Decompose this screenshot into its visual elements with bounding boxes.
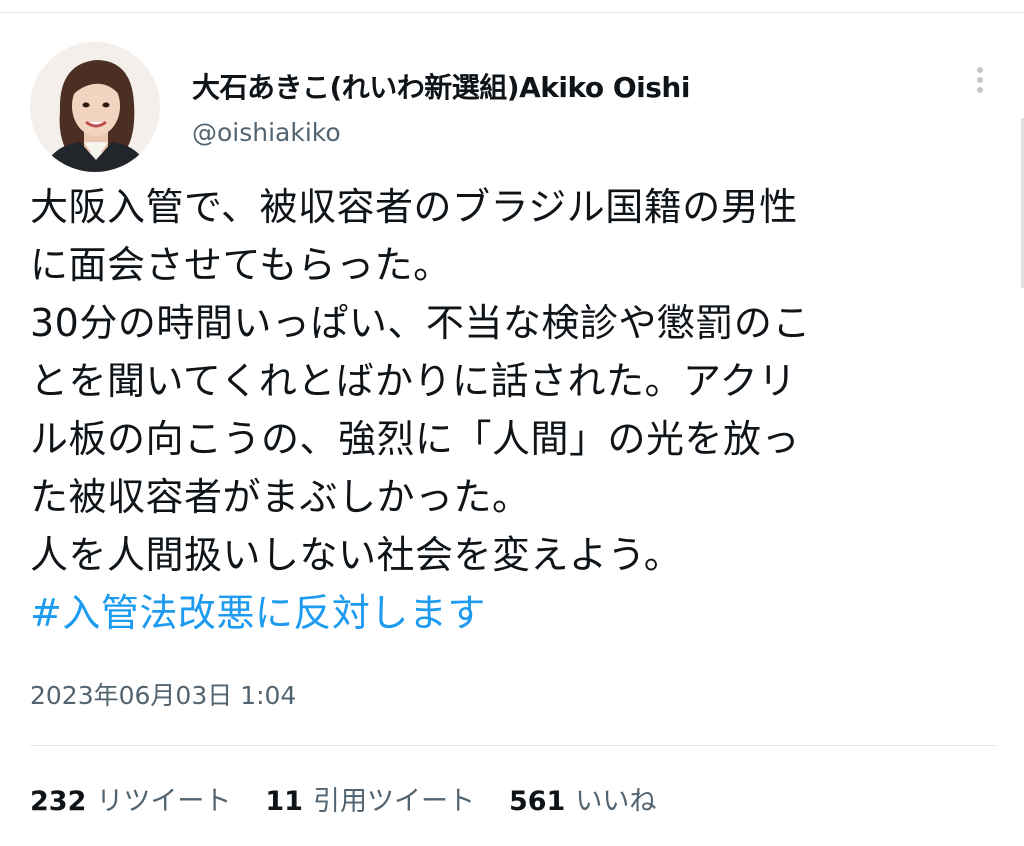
more-vertical-icon-dot-3 [977, 87, 983, 93]
quote-tweets-count: 11 [265, 785, 303, 817]
tweet-text-line: た被収容者がまぶしかった。 [30, 475, 531, 519]
tweet-text-line: 30分の時間いっぱい、不当な検診や懲罰のこ [30, 301, 811, 345]
avatar[interactable] [30, 42, 160, 172]
tweet-text-line: 人を人間扱いしない社会を変えよう。 [30, 533, 683, 577]
tweet-text-line: ル板の向こうの、強烈に「人間」の光を放っ [30, 417, 801, 461]
likes-stat[interactable]: 561 いいね [509, 779, 656, 818]
more-vertical-icon [977, 67, 983, 73]
avatar-photo [30, 42, 160, 172]
author-display-name[interactable]: 大石あきこ(れいわ新選組)Akiko Oishi [192, 66, 690, 106]
retweets-count: 232 [30, 785, 87, 817]
quote-tweets-label: 引用ツイート [312, 785, 475, 817]
tweet-text-line: に面会させてもらった。 [30, 243, 452, 287]
retweets-label: リツイート [96, 785, 232, 817]
retweets-stat[interactable]: 232 リツイート [30, 779, 231, 818]
tweet-detail: 大石あきこ(れいわ新選組)Akiko Oishi @oishiakiko 大阪入… [0, 0, 1024, 846]
tweet-text-line: 大阪入管で、被収容者のブラジル国籍の男性 [30, 185, 798, 229]
top-divider [0, 12, 1024, 13]
tweet-text-line: とを聞いてくれとばかりに話された。アクリ [30, 359, 797, 403]
more-vertical-icon-dot-2 [977, 77, 983, 83]
tweet-timestamp[interactable]: 2023年06月03日 1:04 [30, 676, 296, 712]
tweet-text: 大阪入管で、被収容者のブラジル国籍の男性 に面会させてもらった。 30分の時間い… [30, 178, 1000, 642]
quote-tweets-stat[interactable]: 11 引用ツイート [265, 779, 475, 818]
author-handle[interactable]: @oishiakiko [192, 118, 341, 147]
hashtag-link[interactable]: #入管法改悪に反対します [30, 584, 1000, 642]
engagement-stats: 232 リツイート 11 引用ツイート 561 いいね [30, 778, 690, 818]
stats-divider [30, 745, 996, 746]
likes-count: 561 [508, 785, 566, 817]
more-options-button[interactable] [960, 60, 1000, 100]
likes-label: いいね [575, 785, 657, 817]
